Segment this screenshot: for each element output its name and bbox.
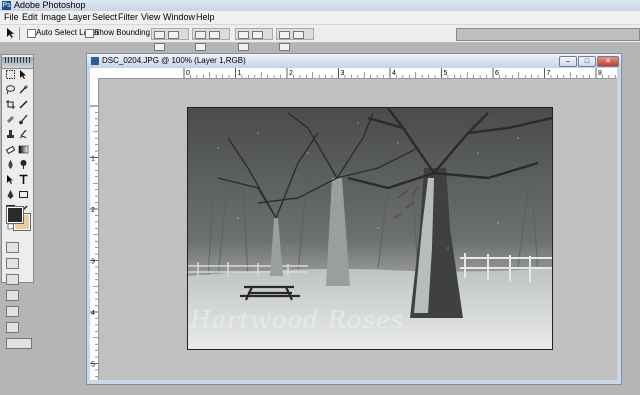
- lasso-tool-icon[interactable]: [4, 84, 16, 95]
- menu-filter[interactable]: Filter: [118, 11, 138, 24]
- document-title: DSC_0204.JPG @ 100% (Layer 1,RGB): [102, 56, 246, 65]
- screen-mode-full-button[interactable]: [6, 290, 19, 301]
- ruler-label: 5: [91, 362, 95, 369]
- healing-brush-icon[interactable]: [4, 114, 16, 125]
- ruler-label: 2: [289, 70, 293, 77]
- quick-mask-button[interactable]: [6, 258, 19, 269]
- ruler-label: 3: [341, 70, 345, 77]
- bounding-box-checkbox[interactable]: [85, 29, 94, 38]
- toolbox-header[interactable]: [2, 57, 33, 69]
- distribute-buttons-group-1[interactable]: [235, 28, 273, 51]
- align-buttons-group-1[interactable]: [151, 28, 189, 51]
- ruler-label: 4: [392, 70, 396, 77]
- menu-file[interactable]: File: [4, 11, 19, 24]
- app-titlebar: Ps Adobe Photoshop: [0, 0, 640, 11]
- magic-wand-icon[interactable]: [17, 84, 29, 95]
- auto-select-checkbox[interactable]: [27, 29, 36, 38]
- menu-image[interactable]: Image: [41, 11, 66, 24]
- app-title: Adobe Photoshop: [14, 0, 86, 10]
- screen-mode-fullscreen-button[interactable]: [6, 306, 19, 317]
- distribute-buttons-group-2[interactable]: [276, 28, 314, 51]
- blur-tool-icon[interactable]: [4, 159, 16, 170]
- watermark-text: Hartwood Roses: [190, 306, 405, 334]
- maximize-button[interactable]: □: [578, 56, 596, 67]
- gradient-tool-icon[interactable]: [17, 144, 29, 155]
- dodge-tool-icon[interactable]: [17, 159, 29, 170]
- vertical-ruler[interactable]: 1 2 3 4 5: [90, 78, 99, 380]
- ruler-label: 0: [186, 70, 190, 77]
- photoshop-icon: Ps: [2, 1, 11, 10]
- menu-window[interactable]: Window: [163, 11, 195, 24]
- jump-to-imageready-icon[interactable]: [6, 338, 32, 349]
- ruler-label: 4: [91, 310, 95, 317]
- path-selection-icon[interactable]: [4, 174, 16, 185]
- minimize-button[interactable]: –: [559, 56, 577, 67]
- palette-well[interactable]: [456, 28, 640, 41]
- menu-layer[interactable]: Layer: [68, 11, 91, 24]
- move-tool-icon[interactable]: [5, 27, 20, 40]
- menu-edit[interactable]: Edit: [22, 11, 38, 24]
- history-brush-icon[interactable]: [17, 129, 29, 140]
- document-image[interactable]: Hartwood Roses: [187, 107, 553, 350]
- document-titlebar[interactable]: DSC_0204.JPG @ 100% (Layer 1,RGB) – □ ✕: [87, 54, 621, 68]
- menu-select[interactable]: Select: [92, 11, 117, 24]
- clone-stamp-icon[interactable]: [4, 129, 16, 140]
- canvas-area[interactable]: Hartwood Roses: [99, 79, 617, 380]
- ruler-label: 6: [495, 70, 499, 77]
- align-buttons-group-2[interactable]: [192, 28, 230, 51]
- rectangle-tool-icon[interactable]: [17, 189, 29, 200]
- brush-tool-icon[interactable]: [17, 114, 29, 125]
- close-button[interactable]: ✕: [597, 56, 619, 67]
- document-window: DSC_0204.JPG @ 100% (Layer 1,RGB) – □ ✕ …: [86, 53, 622, 385]
- horizontal-ruler[interactable]: 0 1 2 3 4 5 6 7 8: [98, 68, 617, 79]
- ruler-label: 7: [547, 70, 551, 77]
- options-bar: Auto Select Layer Show Bounding Box: [0, 25, 640, 51]
- foreground-color-swatch[interactable]: [6, 206, 24, 224]
- move-tool-icon[interactable]: [17, 69, 29, 80]
- color-swatches[interactable]: [5, 205, 31, 231]
- ruler-label: 1: [91, 156, 95, 163]
- type-tool-icon[interactable]: [17, 174, 29, 185]
- ruler-label: 3: [91, 259, 95, 266]
- toolbox: [1, 54, 34, 349]
- document-icon: [91, 57, 99, 65]
- slice-tool-icon[interactable]: [17, 99, 29, 110]
- screen-mode-standard-button[interactable]: [6, 274, 19, 285]
- ruler-label: 1: [238, 70, 242, 77]
- menu-bar: File Edit Image Layer Select Filter View…: [0, 11, 640, 25]
- eraser-tool-icon[interactable]: [4, 144, 16, 155]
- menu-help[interactable]: Help: [196, 11, 215, 24]
- marquee-tool-icon[interactable]: [4, 69, 16, 80]
- crop-tool-icon[interactable]: [4, 99, 16, 110]
- ruler-label: 8: [598, 70, 602, 77]
- menu-view[interactable]: View: [141, 11, 160, 24]
- ruler-label: 2: [91, 207, 95, 214]
- ruler-label: 5: [444, 70, 448, 77]
- pen-tool-icon[interactable]: [4, 189, 16, 200]
- jump-to-imageready-button[interactable]: [6, 322, 19, 333]
- standard-mode-button[interactable]: [6, 242, 19, 253]
